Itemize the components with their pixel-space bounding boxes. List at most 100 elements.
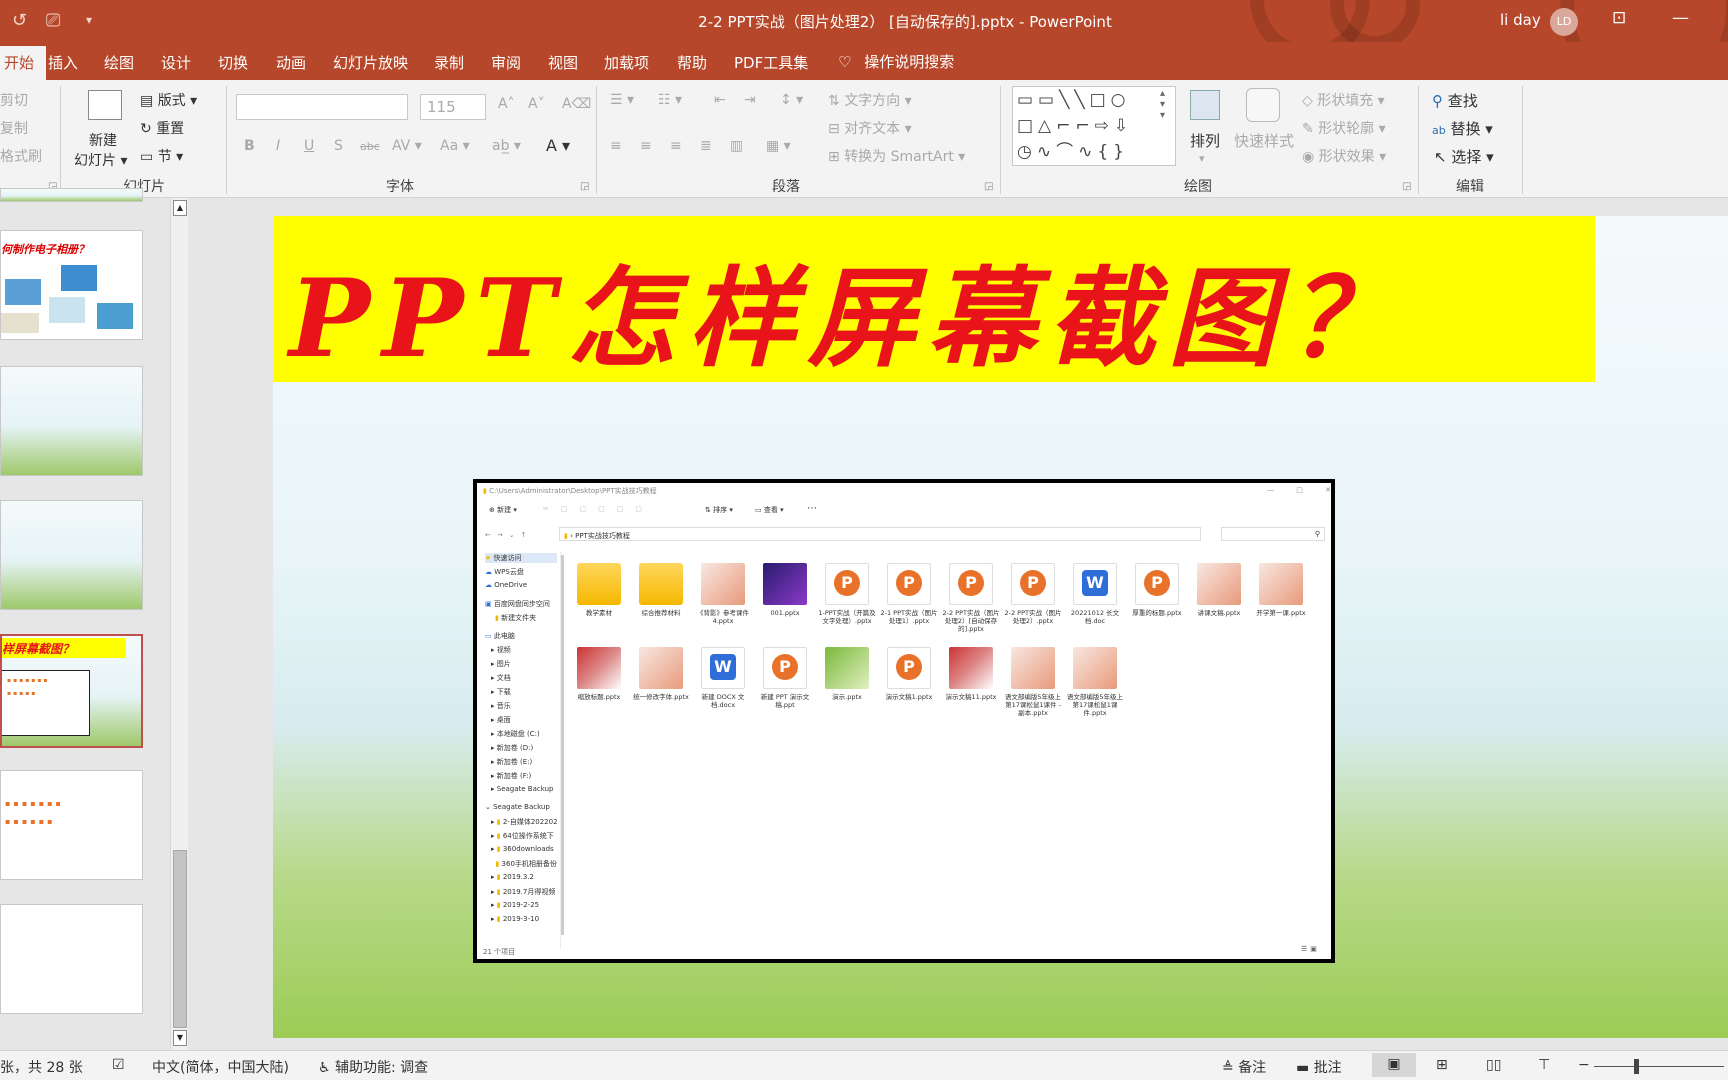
font-dialog-launcher[interactable]: ◲: [580, 181, 589, 192]
tell-me-search[interactable]: ♡ 操作说明搜索: [838, 51, 954, 72]
find-button[interactable]: ⚲ 查找: [1432, 90, 1478, 111]
text-direction-button[interactable]: ⇅ 文字方向 ▾: [828, 90, 912, 110]
convert-smartart-button[interactable]: ⊞ 转换为 SmartArt ▾: [828, 146, 965, 166]
columns-icon[interactable]: ▦ ▾: [766, 138, 791, 154]
explorer-screenshot[interactable]: ▮ C:\Users\Administrator\Desktop\PPT实战技巧…: [473, 479, 1335, 963]
comments-button[interactable]: ▬ 批注: [1296, 1057, 1342, 1077]
bullets-icon[interactable]: ☰ ▾: [610, 92, 634, 108]
decrease-indent-icon[interactable]: ⇤: [714, 92, 726, 108]
line-spacing-icon[interactable]: ↕ ▾: [780, 92, 803, 108]
title-banner[interactable]: PPT怎样屏幕截图？: [273, 216, 1595, 382]
arrange-dropdown-icon[interactable]: ▾: [1199, 152, 1205, 165]
normal-view-icon[interactable]: ▣: [1372, 1053, 1416, 1077]
quick-styles-button[interactable]: 快速样式: [1234, 130, 1294, 151]
cut-button[interactable]: 剪切: [0, 90, 28, 110]
highlight-icon[interactable]: ab̲ ▾: [492, 138, 521, 154]
char-spacing-button[interactable]: AV ▾: [392, 138, 422, 154]
slide-thumbnail[interactable]: [0, 904, 143, 1014]
justify-icon[interactable]: ≣: [700, 138, 712, 154]
slide-thumbnail[interactable]: [0, 188, 143, 202]
new-slide-dropdown[interactable]: 幻灯片 ▾: [74, 150, 127, 170]
align-left-icon[interactable]: ≡: [610, 138, 622, 154]
slide-thumbnail[interactable]: [0, 366, 143, 476]
bold-button[interactable]: B: [244, 138, 255, 154]
tab-review[interactable]: 审阅: [491, 52, 521, 73]
scrollbar-thumb[interactable]: [173, 850, 187, 1028]
shapes-gallery[interactable]: ▭▭╲╲□○ □△⌐⌐⇨⇩ ◷∿⌒∿{}: [1012, 86, 1176, 166]
align-center-icon[interactable]: ≡: [640, 138, 652, 154]
font-color-icon[interactable]: A ▾: [546, 136, 570, 155]
align-right-icon[interactable]: ≡: [670, 138, 682, 154]
accessibility-status[interactable]: ♿ 辅助功能: 调查: [318, 1057, 428, 1077]
tab-design[interactable]: 设计: [161, 52, 191, 73]
shape-fill-button[interactable]: ◇ 形状填充 ▾: [1302, 90, 1385, 110]
drawing-dialog-launcher[interactable]: ◲: [1402, 181, 1411, 192]
tab-addins[interactable]: 加载项: [604, 52, 649, 73]
font-size-combo[interactable]: 115: [420, 94, 486, 120]
file-item: 新建 PPT 演示文稿.ppt: [755, 647, 815, 709]
tab-slideshow[interactable]: 幻灯片放映: [333, 52, 408, 73]
tab-help[interactable]: 帮助: [677, 52, 707, 73]
slide-thumbnail[interactable]: ▪▪▪▪▪▪▪ ▪▪▪▪▪▪: [0, 770, 143, 880]
copy-button[interactable]: 复制: [0, 118, 28, 138]
tab-pdf-tools[interactable]: PDF工具集: [734, 52, 808, 73]
strikethrough-button[interactable]: abc: [360, 140, 380, 153]
arrange-button[interactable]: 排列: [1190, 130, 1220, 151]
clear-formatting-icon[interactable]: A⌫: [562, 96, 591, 112]
avatar[interactable]: LD: [1550, 8, 1578, 36]
zoom-slider-thumb[interactable]: [1634, 1059, 1639, 1074]
slide-thumbnail[interactable]: 何制作电子相册？: [0, 230, 143, 340]
increase-font-icon[interactable]: A˄: [498, 96, 515, 112]
tab-insert[interactable]: 插入: [48, 52, 78, 73]
slide-count[interactable]: 张，共 28 张: [0, 1057, 83, 1077]
layout-button[interactable]: ▤ 版式 ▾: [140, 90, 197, 110]
tab-view[interactable]: 视图: [548, 52, 578, 73]
numbering-icon[interactable]: ☷ ▾: [658, 92, 682, 108]
tab-record[interactable]: 录制: [434, 52, 464, 73]
slide-title[interactable]: PPT怎样屏幕截图？: [289, 232, 1408, 388]
minimize-icon[interactable]: —: [1672, 8, 1689, 28]
quick-styles-icon[interactable]: [1246, 88, 1280, 122]
distributed-icon[interactable]: ▥: [730, 138, 743, 154]
gallery-scroll-icon[interactable]: ▴ ▾ ▾: [1160, 88, 1165, 121]
shape-outline-button[interactable]: ✎ 形状轮廓 ▾: [1302, 118, 1386, 138]
arrange-icon[interactable]: [1190, 90, 1220, 120]
slide-thumbnail[interactable]: [0, 500, 143, 610]
select-button[interactable]: ↖ 选择 ▾: [1434, 146, 1494, 167]
scroll-down-icon[interactable]: ▼: [173, 1030, 187, 1046]
notes-button[interactable]: ≜ 备注: [1222, 1057, 1266, 1077]
decrease-font-icon[interactable]: A˅: [528, 96, 545, 112]
slideshow-view-icon[interactable]: ⊤: [1538, 1057, 1550, 1073]
spell-check-icon[interactable]: ☑: [112, 1057, 125, 1073]
format-painter-button[interactable]: 格式刷: [0, 146, 42, 166]
new-slide-icon[interactable]: [88, 90, 122, 120]
paragraph-dialog-launcher[interactable]: ◲: [984, 181, 993, 192]
zoom-out-icon[interactable]: −: [1578, 1057, 1590, 1073]
reading-view-icon[interactable]: ▯▯: [1486, 1057, 1501, 1073]
tab-animations[interactable]: 动画: [276, 52, 306, 73]
font-name-combo[interactable]: [236, 94, 408, 120]
ribbon-display-options-icon[interactable]: ⊡: [1612, 8, 1626, 28]
tab-transitions[interactable]: 切换: [218, 52, 248, 73]
tab-draw[interactable]: 绘图: [104, 52, 134, 73]
new-slide-label[interactable]: 新建: [89, 130, 117, 150]
section-button[interactable]: ▭ 节 ▾: [140, 146, 183, 166]
shadow-button[interactable]: S: [334, 138, 343, 154]
reset-button[interactable]: ↻ 重置: [140, 118, 184, 138]
user-name[interactable]: li day: [1500, 11, 1541, 29]
language-indicator[interactable]: 中文(简体，中国大陆): [152, 1057, 289, 1077]
thumbnail-scrollbar[interactable]: ▲ ▼: [170, 198, 188, 1050]
slide-thumbnail-selected[interactable]: 样屏幕截图？ ▪▪▪▪▪▪▪ ▪▪▪▪▪: [0, 634, 143, 748]
italic-button[interactable]: I: [276, 138, 280, 154]
change-case-button[interactable]: Aa ▾: [440, 138, 470, 154]
current-slide[interactable]: PPT怎样屏幕截图？ ▮ C:\Users\Administrator\Desk…: [273, 216, 1728, 1038]
tab-home[interactable]: 开始: [0, 46, 47, 80]
underline-button[interactable]: U: [304, 138, 314, 154]
replace-button[interactable]: ab 替换 ▾: [1432, 118, 1493, 139]
slide-sorter-icon[interactable]: ⊞: [1436, 1057, 1448, 1073]
increase-indent-icon[interactable]: ⇥: [744, 92, 756, 108]
align-text-button[interactable]: ⊟ 对齐文本 ▾: [828, 118, 912, 138]
zoom-slider[interactable]: [1594, 1066, 1724, 1067]
scroll-up-icon[interactable]: ▲: [173, 200, 187, 216]
shape-effects-button[interactable]: ◉ 形状效果 ▾: [1302, 146, 1386, 166]
